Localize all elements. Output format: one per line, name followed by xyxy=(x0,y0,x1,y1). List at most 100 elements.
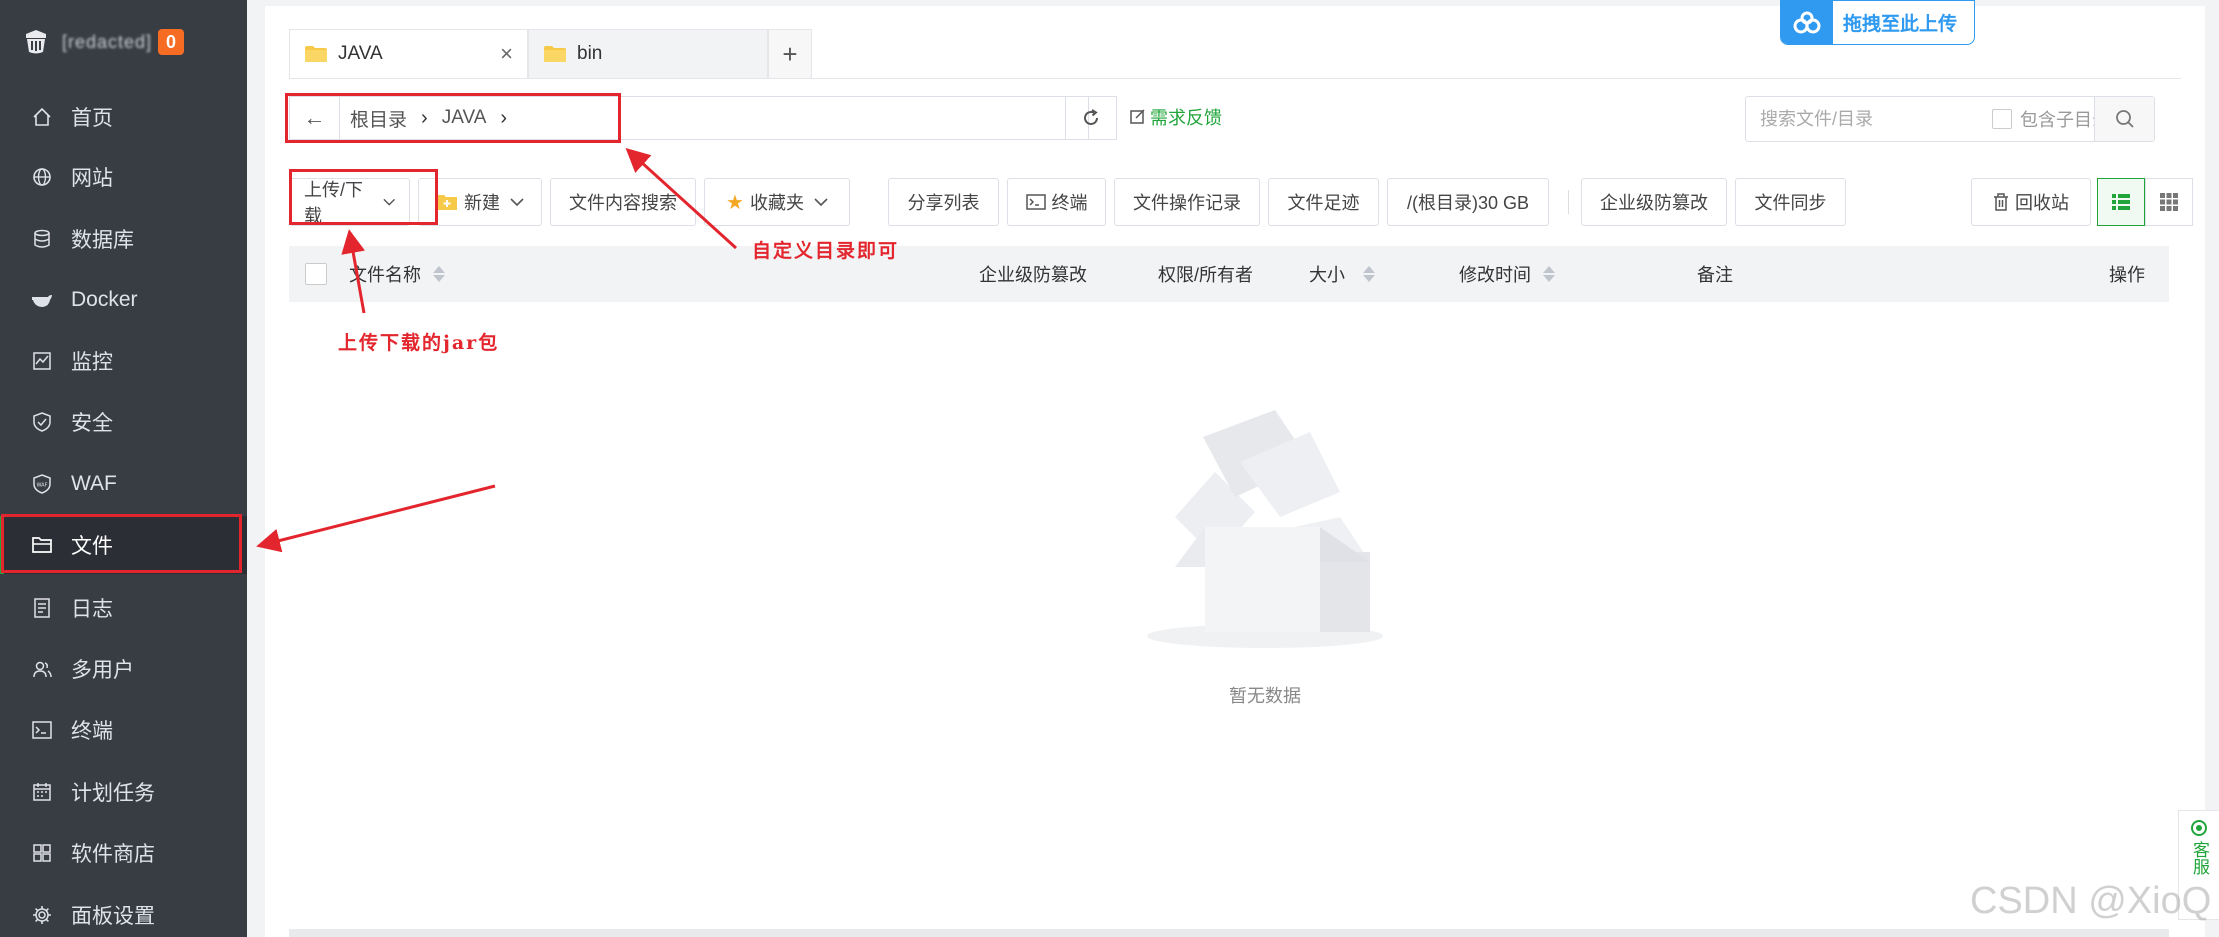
sidebar-item-globe[interactable]: 网站 xyxy=(0,148,247,206)
terminal-icon xyxy=(31,719,53,741)
trash-icon xyxy=(1994,193,2008,211)
file-tabs: JAVA × bin + xyxy=(289,29,812,79)
svg-text:WAF: WAF xyxy=(37,483,48,489)
sidebar-item-docker[interactable]: Docker xyxy=(0,271,247,329)
tab-label: bin xyxy=(577,43,603,64)
sidebar-item-waf[interactable]: WAF WAF xyxy=(0,455,247,513)
database-icon xyxy=(31,228,53,250)
chevron-right-icon[interactable]: › xyxy=(500,107,507,130)
tamper-protect-button[interactable]: 企业级防篡改 xyxy=(1581,178,1727,226)
brand-name: [redacted] xyxy=(62,31,153,52)
sidebar-item-gear[interactable]: 面板设置 xyxy=(0,886,247,937)
favorites-label: 收藏夹 xyxy=(749,193,804,213)
sidebar-item-apps[interactable]: 软件商店 xyxy=(0,824,247,882)
notification-badge[interactable]: 0 xyxy=(158,29,185,55)
checkbox-box[interactable] xyxy=(1992,109,2012,129)
sidebar-item-log[interactable]: 日志 xyxy=(0,579,247,637)
sort-icon[interactable] xyxy=(1543,266,1555,282)
back-button[interactable]: ← xyxy=(290,97,340,139)
shield-icon xyxy=(31,411,53,433)
chevron-down-icon xyxy=(814,198,828,207)
sidebar-item-label: 面板设置 xyxy=(71,905,155,928)
arrow-left-icon: ← xyxy=(303,105,326,130)
col-remark: 备注 xyxy=(1697,246,1733,302)
upload-download-label: 上传/下载 xyxy=(304,180,364,226)
search-icon xyxy=(2115,110,2134,128)
search-input[interactable] xyxy=(1746,98,1986,140)
col-size[interactable]: 大小 xyxy=(1309,246,1375,302)
users-icon xyxy=(31,658,53,680)
tab-java[interactable]: JAVA × xyxy=(289,29,528,79)
annotation-path-note: 自定义目录即可 xyxy=(752,240,900,262)
logo-icon xyxy=(26,30,46,54)
star-icon: ★ xyxy=(726,191,744,214)
col-mtime-label: 修改时间 xyxy=(1459,265,1531,285)
breadcrumb-root[interactable]: 根目录 xyxy=(350,105,407,132)
feedback-link[interactable]: 需求反馈 xyxy=(1130,104,1222,130)
folder-icon xyxy=(31,534,53,556)
drag-upload-button[interactable]: 拖拽至此上传 xyxy=(1780,0,1975,45)
select-all-checkbox[interactable] xyxy=(305,263,327,285)
sidebar-item-users[interactable]: 多用户 xyxy=(0,640,247,698)
sidebar-item-label: 多用户 xyxy=(71,659,134,682)
recycle-bin-label: 回收站 xyxy=(2015,193,2069,213)
favorites-button[interactable]: ★ 收藏夹 xyxy=(704,178,850,226)
sort-icon[interactable] xyxy=(433,266,445,282)
folder-icon xyxy=(305,46,327,62)
op-log-button[interactable]: 文件操作记录 xyxy=(1114,178,1260,226)
op-log-label: 文件操作记录 xyxy=(1133,193,1241,213)
sidebar: [redacted] 0 首页 网站数据库 Docker 监控安全 WAF WAF 文件 日志… xyxy=(0,0,247,937)
sidebar-item-database[interactable]: 数据库 xyxy=(0,210,247,268)
refresh-icon xyxy=(1084,109,1098,125)
sidebar-item-label: 监控 xyxy=(71,351,113,374)
breadcrumb-current[interactable]: JAVA xyxy=(442,107,487,129)
sidebar-item-terminal[interactable]: 终端 xyxy=(0,701,247,759)
watermark: CSDN @XioQ xyxy=(1970,880,2212,922)
include-subdir-checkbox[interactable]: 包含子目录 xyxy=(1992,106,2110,132)
col-ops-label: 操作 xyxy=(2109,265,2145,285)
docker-icon xyxy=(31,289,53,311)
col-name-label: 文件名称 xyxy=(349,265,421,285)
close-icon[interactable]: × xyxy=(500,41,513,67)
home-icon xyxy=(31,106,53,128)
footprint-label: 文件足迹 xyxy=(1287,193,1360,213)
drag-upload-label: 拖拽至此上传 xyxy=(1843,14,1958,35)
refresh-button[interactable] xyxy=(1065,96,1117,140)
calendar-icon xyxy=(31,781,53,803)
col-tamper: 企业级防篡改 xyxy=(979,246,1087,302)
sidebar-item-folder[interactable]: 文件 xyxy=(0,516,247,574)
toolbar-divider xyxy=(1568,190,1569,214)
search-button[interactable] xyxy=(2094,97,2154,141)
grid-view-icon xyxy=(2160,193,2178,211)
terminal-button[interactable]: 终端 xyxy=(1007,178,1106,226)
col-permission-label: 权限/所有者 xyxy=(1158,265,1254,285)
grid-view-button[interactable] xyxy=(2145,178,2193,226)
empty-text: 暂无数据 xyxy=(1229,686,1301,706)
sidebar-item-monitor[interactable]: 监控 xyxy=(0,332,247,390)
content-search-button[interactable]: 文件内容搜索 xyxy=(550,178,696,226)
col-mtime[interactable]: 修改时间 xyxy=(1459,246,1555,302)
sidebar-item-label: 数据库 xyxy=(71,229,134,252)
horizontal-scrollbar[interactable] xyxy=(289,929,2169,937)
share-list-button[interactable]: 分享列表 xyxy=(888,178,999,226)
tab-bin[interactable]: bin xyxy=(528,29,768,79)
chevron-down-icon xyxy=(382,198,395,206)
sidebar-item-home[interactable]: 首页 xyxy=(0,88,247,146)
sort-icon[interactable] xyxy=(1363,266,1375,282)
chevron-right-icon: › xyxy=(421,106,428,129)
file-sync-button[interactable]: 文件同步 xyxy=(1735,178,1846,226)
sidebar-item-shield[interactable]: 安全 xyxy=(0,393,247,451)
col-name[interactable]: 文件名称 xyxy=(349,246,445,302)
new-button[interactable]: 新建 xyxy=(418,178,542,226)
list-view-button[interactable] xyxy=(2097,178,2145,226)
recycle-bin-button[interactable]: 回收站 xyxy=(1971,178,2091,226)
file-table-header: 文件名称 企业级防篡改 权限/所有者 大小 修改时间 备注 操作 xyxy=(289,246,2169,302)
sidebar-item-calendar[interactable]: 计划任务 xyxy=(0,763,247,821)
list-view-icon xyxy=(2112,194,2130,210)
disk-usage-button[interactable]: /(根目录)30 GB xyxy=(1387,178,1549,226)
path-bar[interactable]: ← 根目录 › JAVA › xyxy=(289,96,1089,140)
upload-download-button[interactable]: 上传/下载 xyxy=(289,178,410,226)
footprint-button[interactable]: 文件足迹 xyxy=(1268,178,1379,226)
add-tab-button[interactable]: + xyxy=(768,29,812,79)
apps-icon xyxy=(31,842,53,864)
